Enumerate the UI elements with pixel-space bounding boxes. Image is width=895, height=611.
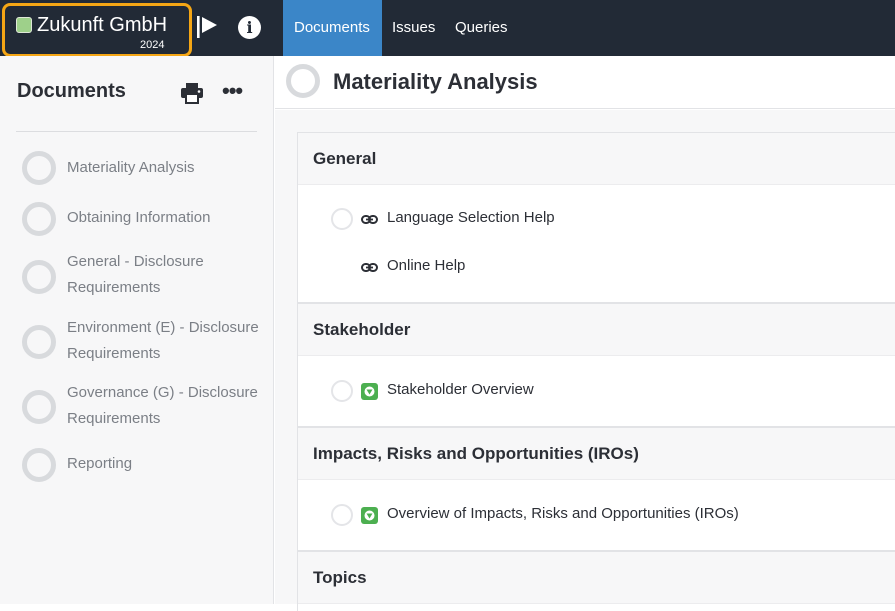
sidebar-item-label: Environment (E) - Disclosure Requirement… xyxy=(67,319,259,362)
section-header: Stakeholder xyxy=(298,304,895,356)
status-ring-icon xyxy=(22,325,56,359)
tab-documents[interactable]: Documents xyxy=(283,0,382,56)
module-icon xyxy=(361,383,378,400)
section-header: Impacts, Risks and Opportunities (IROs) xyxy=(298,428,895,480)
list-item-language-selection-help[interactable]: Language Selection Help xyxy=(298,199,895,239)
sidebar-item-label: Obtaining Information xyxy=(67,209,211,226)
status-ring-icon xyxy=(22,151,56,185)
tab-queries[interactable]: Queries xyxy=(444,0,519,56)
section-header: Topics xyxy=(298,552,895,604)
printer-icon[interactable] xyxy=(179,82,205,104)
status-ring-icon xyxy=(22,390,56,424)
sidebar-divider xyxy=(16,131,257,132)
list-item-iro-overview[interactable]: Overview of Impacts, Risks and Opportuni… xyxy=(298,495,895,535)
organization-status-indicator xyxy=(16,17,32,33)
list-item-label: Language Selection Help xyxy=(387,209,555,226)
section-title: Impacts, Risks and Opportunities (IROs) xyxy=(313,444,639,463)
section-general: General Language Selection Help Online H… xyxy=(297,132,895,303)
section-title: Stakeholder xyxy=(313,320,411,339)
section-header: General xyxy=(298,133,895,185)
list-item-label: Online Help xyxy=(387,257,466,274)
status-checkbox[interactable] xyxy=(331,380,353,402)
flag-icon[interactable] xyxy=(194,13,222,41)
organization-year: 2024 xyxy=(140,39,165,51)
sidebar-item-environment-disclosure[interactable]: Environment (E) - Disclosure Requirement… xyxy=(22,315,262,367)
status-ring-icon xyxy=(22,202,56,236)
sidebar-item-label: General - Disclosure Requirements xyxy=(67,253,204,296)
list-item-online-help[interactable]: Online Help xyxy=(298,247,895,287)
info-icon[interactable]: i xyxy=(238,16,261,39)
section-stakeholder: Stakeholder Stakeholder Overview xyxy=(297,303,895,427)
sidebar-item-obtaining-information[interactable]: Obtaining Information xyxy=(22,202,262,236)
section-title: Topics xyxy=(313,568,367,587)
list-item-label: Overview of Impacts, Risks and Opportuni… xyxy=(387,505,739,522)
documents-sidebar: Documents ••• Materiality Analysis Obtai… xyxy=(0,56,274,604)
organization-name: Zukunft GmbH xyxy=(37,14,168,36)
status-checkbox[interactable] xyxy=(331,504,353,526)
status-ring-icon xyxy=(286,64,320,98)
sidebar-item-label: Materiality Analysis xyxy=(67,159,195,176)
page-header: Materiality Analysis xyxy=(275,56,895,109)
module-icon xyxy=(361,507,378,524)
sidebar-item-materiality-analysis[interactable]: Materiality Analysis xyxy=(22,151,262,185)
section-iros: Impacts, Risks and Opportunities (IROs) … xyxy=(297,427,895,551)
more-options-icon[interactable]: ••• xyxy=(222,79,250,103)
sidebar-item-label: Reporting xyxy=(67,455,133,472)
status-ring-icon xyxy=(22,260,56,294)
sidebar-item-general-disclosure[interactable]: General - Disclosure Requirements xyxy=(22,249,262,301)
page-title: Materiality Analysis xyxy=(333,69,538,94)
document-content: General Language Selection Help Online H… xyxy=(275,110,895,611)
status-checkbox[interactable] xyxy=(331,208,353,230)
link-icon xyxy=(361,259,378,276)
sidebar-item-reporting[interactable]: Reporting xyxy=(22,448,262,482)
sidebar-item-label: Governance (G) - Disclosure Requirements xyxy=(67,384,258,427)
sidebar-title: Documents xyxy=(17,80,126,102)
top-bar: Zukunft GmbH 2024 i Documents Issues Que… xyxy=(0,0,895,57)
link-icon xyxy=(361,211,378,228)
tab-issues[interactable]: Issues xyxy=(381,0,446,56)
list-item-label: Stakeholder Overview xyxy=(387,381,534,398)
status-ring-icon xyxy=(22,448,56,482)
list-item-stakeholder-overview[interactable]: Stakeholder Overview xyxy=(298,371,895,411)
organization-selector[interactable]: Zukunft GmbH 2024 xyxy=(2,3,192,57)
section-topics: Topics xyxy=(297,551,895,611)
section-title: General xyxy=(313,149,377,168)
sidebar-item-governance-disclosure[interactable]: Governance (G) - Disclosure Requirements xyxy=(22,380,262,432)
